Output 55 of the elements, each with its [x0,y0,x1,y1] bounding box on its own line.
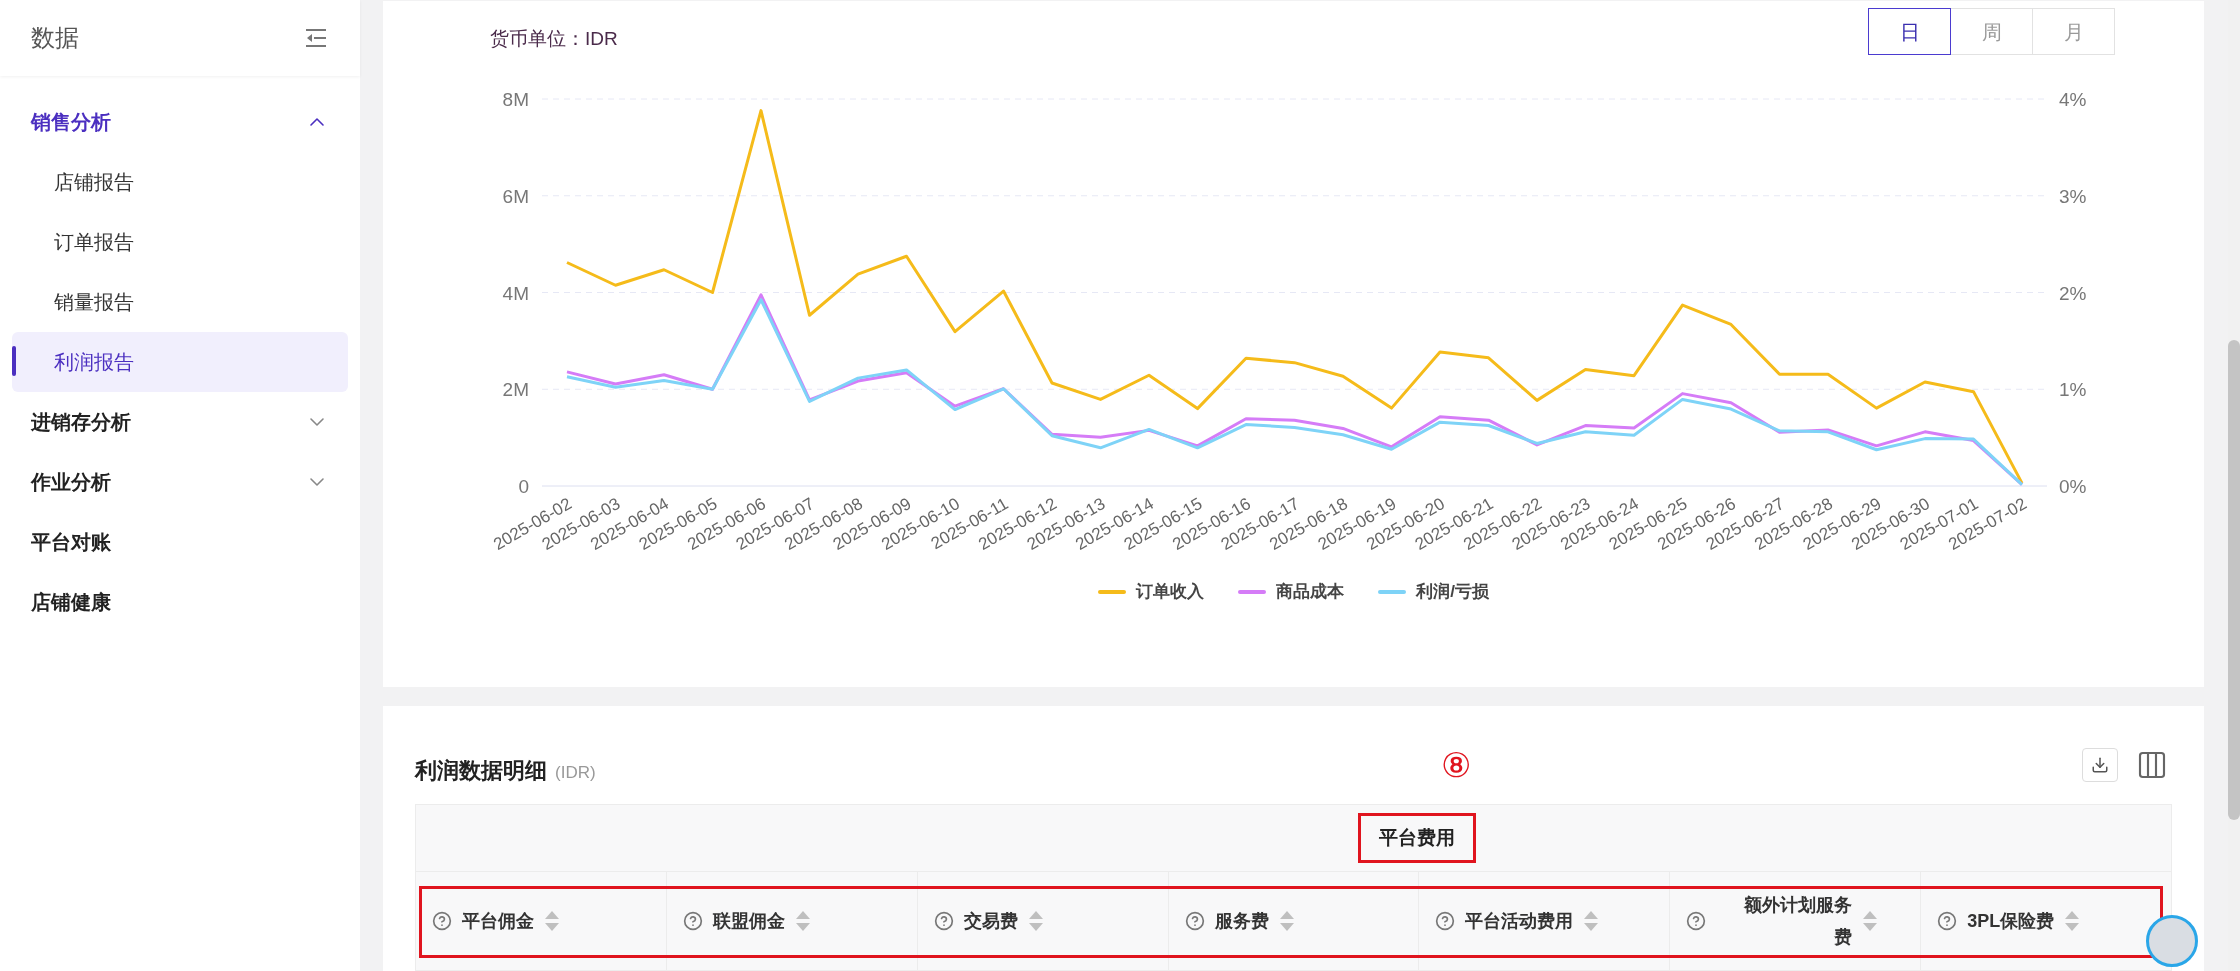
help-icon[interactable] [1686,911,1707,931]
column-header[interactable]: 联盟佣金 [682,907,811,935]
column-title: 联盟佣金 [712,909,785,933]
column-title: 3PL保险费 [1967,909,2055,933]
right-axis-label: 1% [2059,379,2087,401]
help-icon[interactable] [933,911,954,931]
y-axis-label: 2M [502,379,529,401]
menu-item[interactable]: 销量报告 [12,272,348,332]
legend-label[interactable]: 商品成本 [1276,579,1345,605]
menu-item[interactable]: 订单报告 [12,212,348,272]
menu-item[interactable]: 店铺报告 [12,152,348,212]
collapse-menu-icon[interactable] [305,28,327,48]
currency-label: 货币单位：IDR [490,27,618,51]
column-title: 服务费 [1214,909,1269,933]
y-axis-label: 0 [518,476,529,497]
menu-item[interactable]: 利润报告 [12,332,348,392]
y-axis-label: 4M [502,282,529,304]
y-axis-label: 6M [502,185,529,207]
column-title: 平台佣金 [462,909,534,933]
help-icon[interactable] [1937,911,1958,931]
column-header[interactable]: 交易费 [933,907,1044,935]
column-header[interactable]: 3PL保险费 [1937,907,2081,935]
column-header[interactable]: 平台活动费用 [1435,907,1600,935]
menu-group[interactable]: 平台对账 [0,512,360,572]
column-header[interactable]: 平台佣金 [432,907,560,935]
period-tab[interactable]: 日 [1868,8,1951,55]
legend-label[interactable]: 利润/亏损 [1416,579,1489,605]
column-header[interactable]: 服务费 [1184,907,1295,935]
right-axis-label: 2% [2059,282,2087,304]
menu-group[interactable]: 店铺健康 [0,572,360,632]
column-title: 交易费 [963,909,1018,933]
annotation-marker: ⑧ [1441,748,1471,782]
help-icon[interactable] [1184,911,1205,931]
columns-icon[interactable] [2136,749,2168,781]
column-title: 额外计划服务费 [1743,894,1853,949]
group-header: 平台费用 [1358,812,1476,864]
right-axis-label: 3% [2059,185,2087,207]
active-indicator [12,346,16,376]
menu-group[interactable]: 进销存分析 [0,392,360,452]
currency-unit: (IDR) [555,762,596,784]
right-axis-label: 4% [2059,89,2087,110]
download-icon [2091,756,2109,774]
section-title: 利润数据明细 [415,757,547,785]
menu-group[interactable]: 销售分析 [0,92,360,152]
column-title: 平台活动费用 [1465,909,1574,933]
y-axis-label: 8M [502,89,529,110]
help-icon[interactable] [682,911,703,931]
help-icon[interactable] [1435,911,1456,931]
column-header[interactable]: 额外计划服务费 [1686,889,1879,953]
download-button[interactable] [2082,748,2118,782]
sidebar-title: 数据 [31,23,79,53]
right-axis-label: 0% [2059,476,2087,497]
help-icon[interactable] [432,911,452,931]
legend-label[interactable]: 订单收入 [1136,579,1205,605]
menu-group[interactable]: 作业分析 [0,452,360,512]
